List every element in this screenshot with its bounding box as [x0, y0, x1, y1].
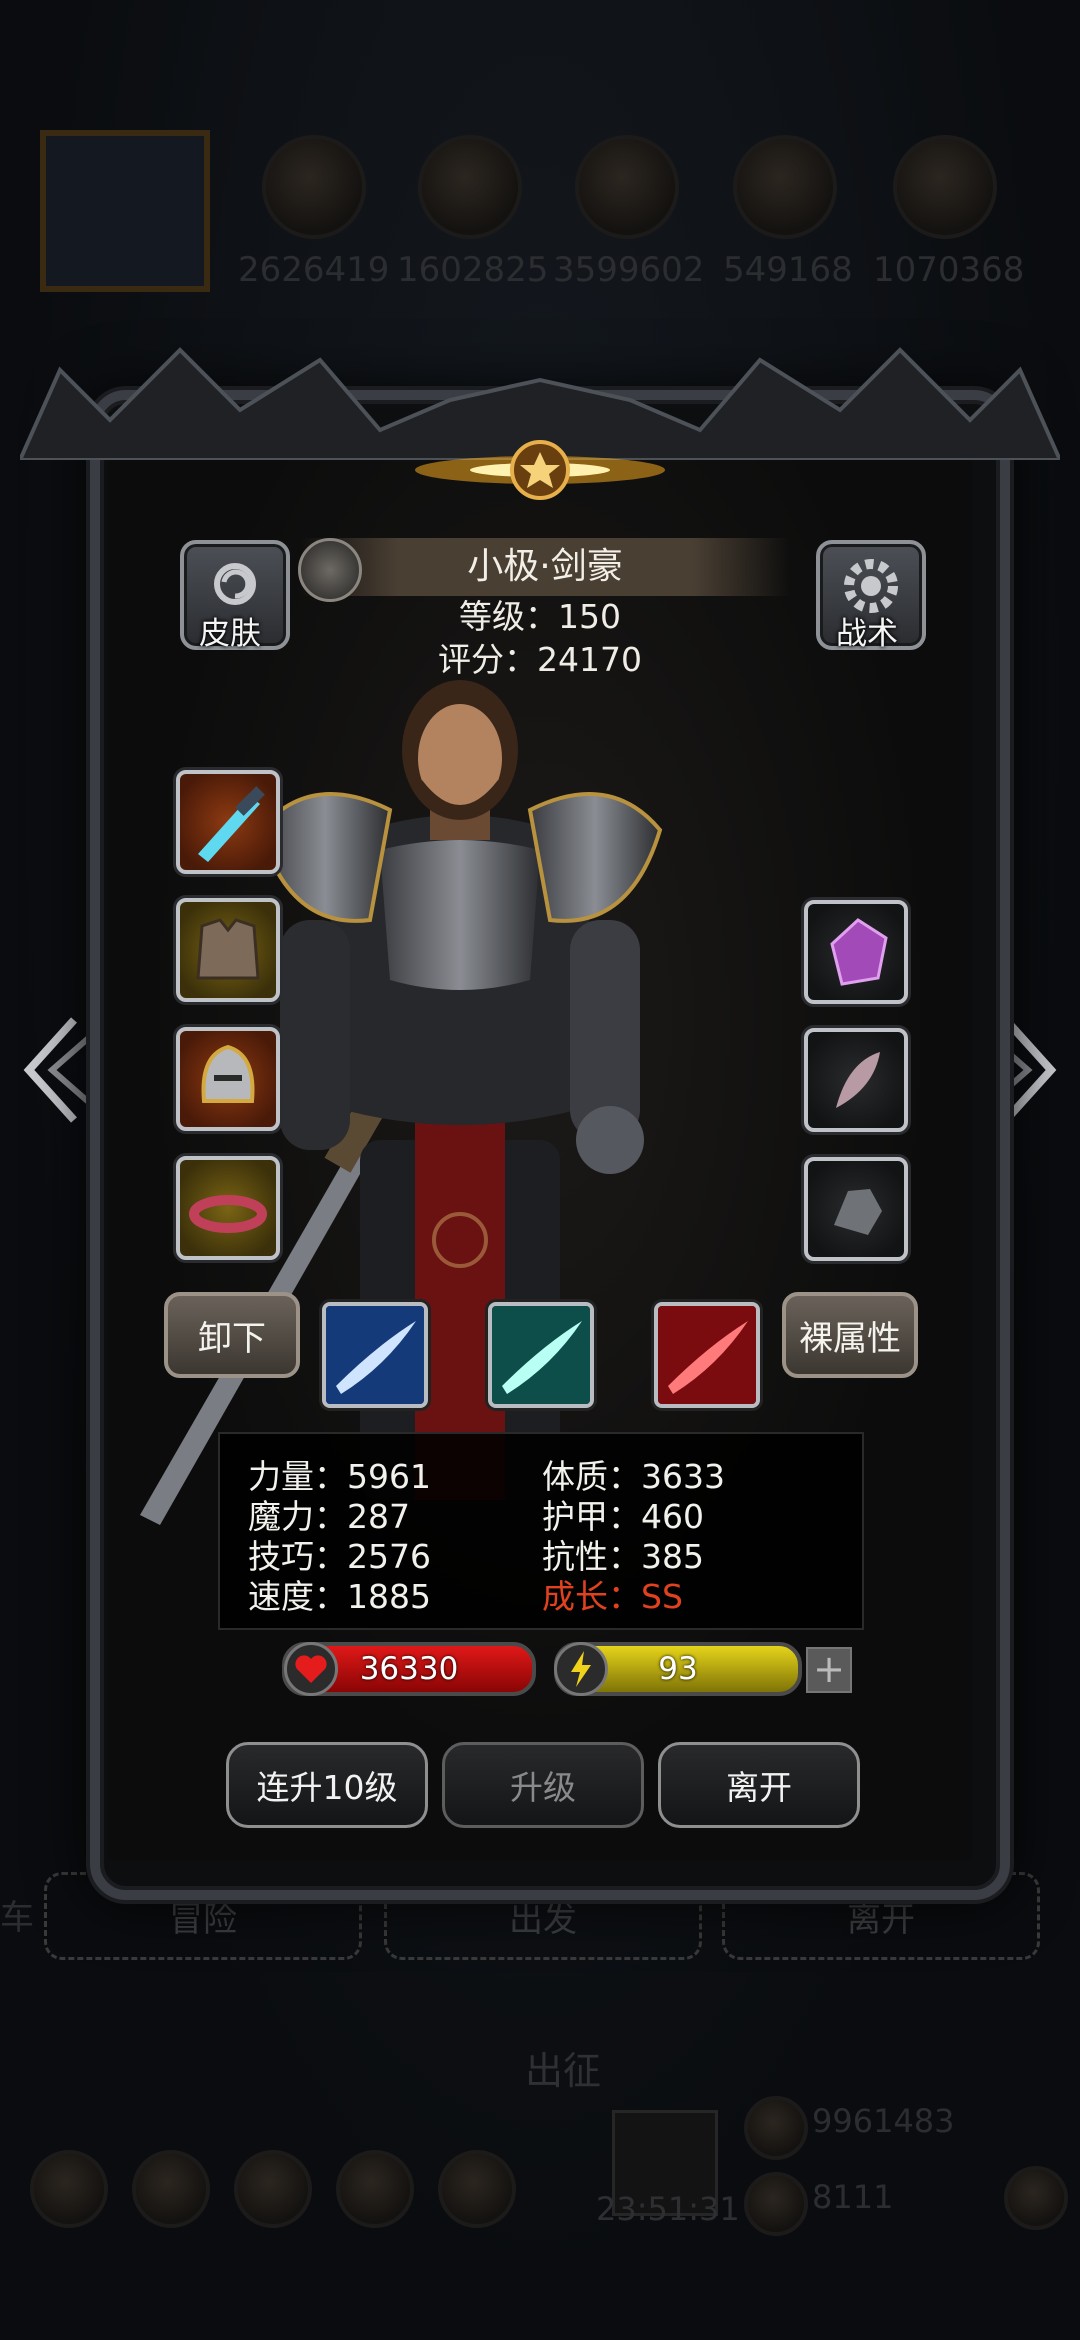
resource-value-4: 549168 — [723, 250, 853, 290]
gold-icon — [744, 2096, 808, 2160]
purple-gem-icon — [830, 918, 888, 986]
menu-icon-2 — [132, 2150, 210, 2228]
stat-speed: 速度：1885 — [248, 1577, 431, 1616]
skill-slot-3[interactable] — [654, 1302, 760, 1408]
skill-slot-2[interactable] — [488, 1302, 594, 1408]
heart-icon — [284, 1642, 338, 1696]
hero-name: 小极·剑豪 — [467, 546, 623, 587]
upgrade-10-button[interactable]: 连升10级 — [226, 1742, 428, 1828]
dialog-emblem-icon — [415, 440, 665, 500]
clock-text: 23:51:31 — [596, 2190, 740, 2228]
hero-level: 等级：150 — [459, 597, 621, 636]
upgrade-button[interactable]: 升级 — [442, 1742, 644, 1828]
chest-armor-icon — [196, 918, 260, 980]
blue-slash-icon — [326, 1306, 424, 1404]
add-energy-button[interactable]: + — [806, 1647, 852, 1693]
crystal-sword-icon — [198, 786, 265, 862]
add-resource-icon — [1004, 2166, 1068, 2230]
equip-slot-helmet[interactable] — [176, 1027, 280, 1131]
equip-slot-gloves[interactable] — [804, 1157, 908, 1261]
resource-icon-2 — [418, 135, 522, 239]
hero-score: 评分：24170 — [438, 640, 642, 679]
menu-icon-5 — [438, 2150, 516, 2228]
resource-value-5: 1070368 — [873, 250, 1025, 290]
resource-icon-5 — [893, 135, 997, 239]
unequip-button[interactable]: 卸下 — [164, 1292, 300, 1378]
menu-icon-1 — [30, 2150, 108, 2228]
skill-slot-1[interactable] — [322, 1302, 428, 1408]
resource-value-3: 3599602 — [553, 250, 705, 290]
equip-slot-feather[interactable] — [804, 1028, 908, 1132]
expedition-label: 出征 — [525, 2049, 602, 2093]
tactics-button-label: 战术 — [836, 616, 898, 652]
feather-icon — [836, 1052, 880, 1108]
naked-stats-button[interactable]: 裸属性 — [782, 1292, 918, 1378]
equip-slot-gem[interactable] — [804, 900, 908, 1004]
resource-value-1: 2626419 — [238, 250, 390, 290]
resource-value-2: 1602825 — [397, 250, 549, 290]
resource-icon-1 — [262, 135, 366, 239]
skin-button-label: 皮肤 — [199, 616, 261, 652]
player-avatar — [40, 130, 210, 292]
leave-button[interactable]: 离开 — [658, 1742, 860, 1828]
gem-icon — [744, 2172, 808, 2236]
resource-icon-4 — [733, 135, 837, 239]
red-slash-icon — [658, 1306, 756, 1404]
bottom-menu-icons — [30, 2150, 516, 2230]
left-edge-text: 车 — [0, 1898, 34, 1938]
resource-icon-3 — [575, 135, 679, 239]
equip-slot-weapon[interactable] — [176, 770, 280, 874]
stats-panel: 力量：5961 体质：3633 魔力：287 护甲：460 技巧：2576 抗性… — [218, 1432, 864, 1630]
belt-icon — [189, 1195, 267, 1233]
menu-icon-3 — [234, 2150, 312, 2228]
gold-value: 9961483 — [812, 2102, 955, 2140]
previous-hero-arrow-icon[interactable] — [14, 1010, 94, 1130]
stat-growth: 成长：SS — [542, 1577, 683, 1616]
helmet-icon — [201, 1044, 255, 1103]
lightning-icon — [554, 1642, 608, 1696]
menu-icon-4 — [336, 2150, 414, 2228]
equip-slot-armor[interactable] — [176, 898, 280, 1002]
gem-value: 8111 — [812, 2178, 894, 2216]
teal-slash-icon — [492, 1306, 590, 1404]
gauntlet-icon — [834, 1189, 882, 1235]
equip-slot-belt[interactable] — [176, 1156, 280, 1260]
